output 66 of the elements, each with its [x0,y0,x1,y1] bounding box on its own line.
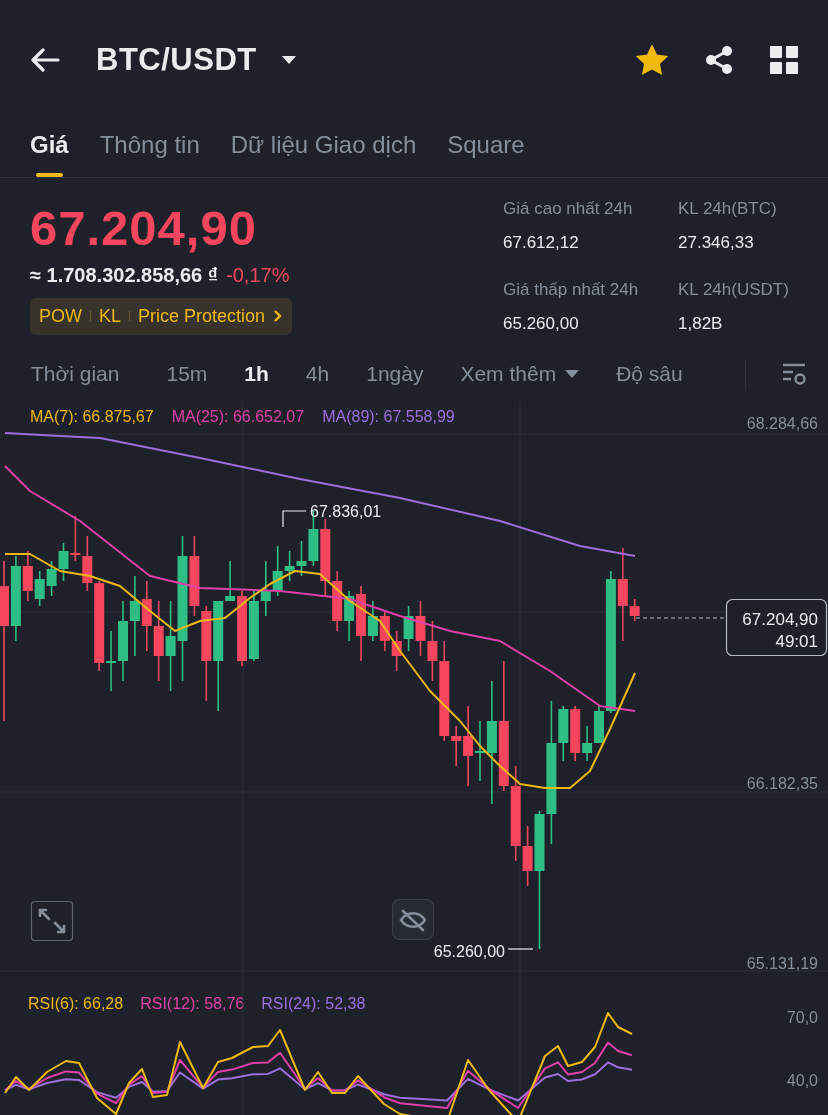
countdown-label: 49:01 [775,632,818,651]
fullscreen-icon[interactable] [30,900,74,942]
candle [403,605,414,652]
rsi-legend: RSI(6): 66,28 [28,995,124,1012]
hide-icon[interactable] [391,898,435,941]
share-icon[interactable] [704,45,734,75]
candle [34,570,45,607]
candle [70,515,81,562]
last-price: 67.204,90 [30,202,258,256]
stat-label: Giá cao nhất 24h [503,198,634,220]
rsi-legend: RSI(12): 58,76 [140,995,245,1012]
low-price-label: 65.260,00 [433,943,505,960]
tab[interactable]: Thông tin [99,127,200,177]
candle [391,630,402,672]
axis-label: 65.131,19 [746,955,818,972]
tag-label: KL [99,304,122,328]
leader-line [507,948,534,950]
stat-value: 65.260,00 [503,312,580,335]
stat-value: 27.346,33 [678,231,755,254]
chevron-icon [273,309,284,324]
leader-line [282,510,307,528]
tab[interactable]: Giá [30,127,69,177]
candle [415,600,426,657]
axis-label: 66.182,35 [746,775,818,792]
interval-tab[interactable]: Độ sâu [616,357,683,390]
axis-label: 70,0 [786,1009,818,1026]
candle [141,580,152,652]
stat-value: 1,82B [678,312,724,335]
interval-tab[interactable]: 1ngày [366,357,424,390]
stat-value: 67.612,12 [503,231,580,254]
tag-label: Price Protection [138,304,266,328]
grid-icon[interactable] [770,46,798,74]
stat-label: KL 24h(BTC) [678,198,778,220]
ma-legend: MA(25): 66.652,07 [171,408,305,425]
pair-title[interactable]: BTC/USDT [96,36,257,84]
fiat-price: ≈ 1.708.302.858,66 ₫ [30,262,219,288]
high-price-label: 67.836,01 [310,503,382,520]
tag-label: POW [39,304,82,328]
ma-legend: MA(89): 67.558,99 [322,408,455,425]
tab[interactable]: Square [447,127,525,177]
candle [332,570,343,632]
candle [248,590,259,662]
ma-legend: MA(7): 66.875,67 [30,408,154,425]
candle [260,560,271,617]
tag-bar[interactable]: POW KL Price Protection [30,297,293,335]
settings-icon[interactable] [782,361,808,386]
axis-label: 68.284,66 [746,415,818,432]
caret-icon [564,368,581,379]
star-icon[interactable] [636,45,668,75]
rsi-legend: RSI(24): 52,38 [261,995,366,1012]
interval-tab[interactable]: Thời gian [31,357,120,390]
interval-tab[interactable]: 15m [166,357,208,390]
axis-label: 40,0 [786,1072,818,1089]
stat-label: KL 24h(USDT) [678,279,790,301]
candle [58,542,69,582]
interval-tab[interactable]: Xem thêm [460,357,581,390]
price-change: -0,17% [226,262,290,288]
stat-label: Giá thấp nhất 24h [503,279,640,301]
caret-icon[interactable] [280,55,297,65]
candle [379,610,390,652]
back-icon[interactable] [30,48,60,72]
interval-tab[interactable]: 1h [244,357,269,390]
price-tag-value: 67.204,90 [742,610,818,629]
tab[interactable]: Dữ liệu Giao dịch [230,127,417,177]
candle [46,560,57,597]
interval-tab[interactable]: 4h [305,357,330,390]
